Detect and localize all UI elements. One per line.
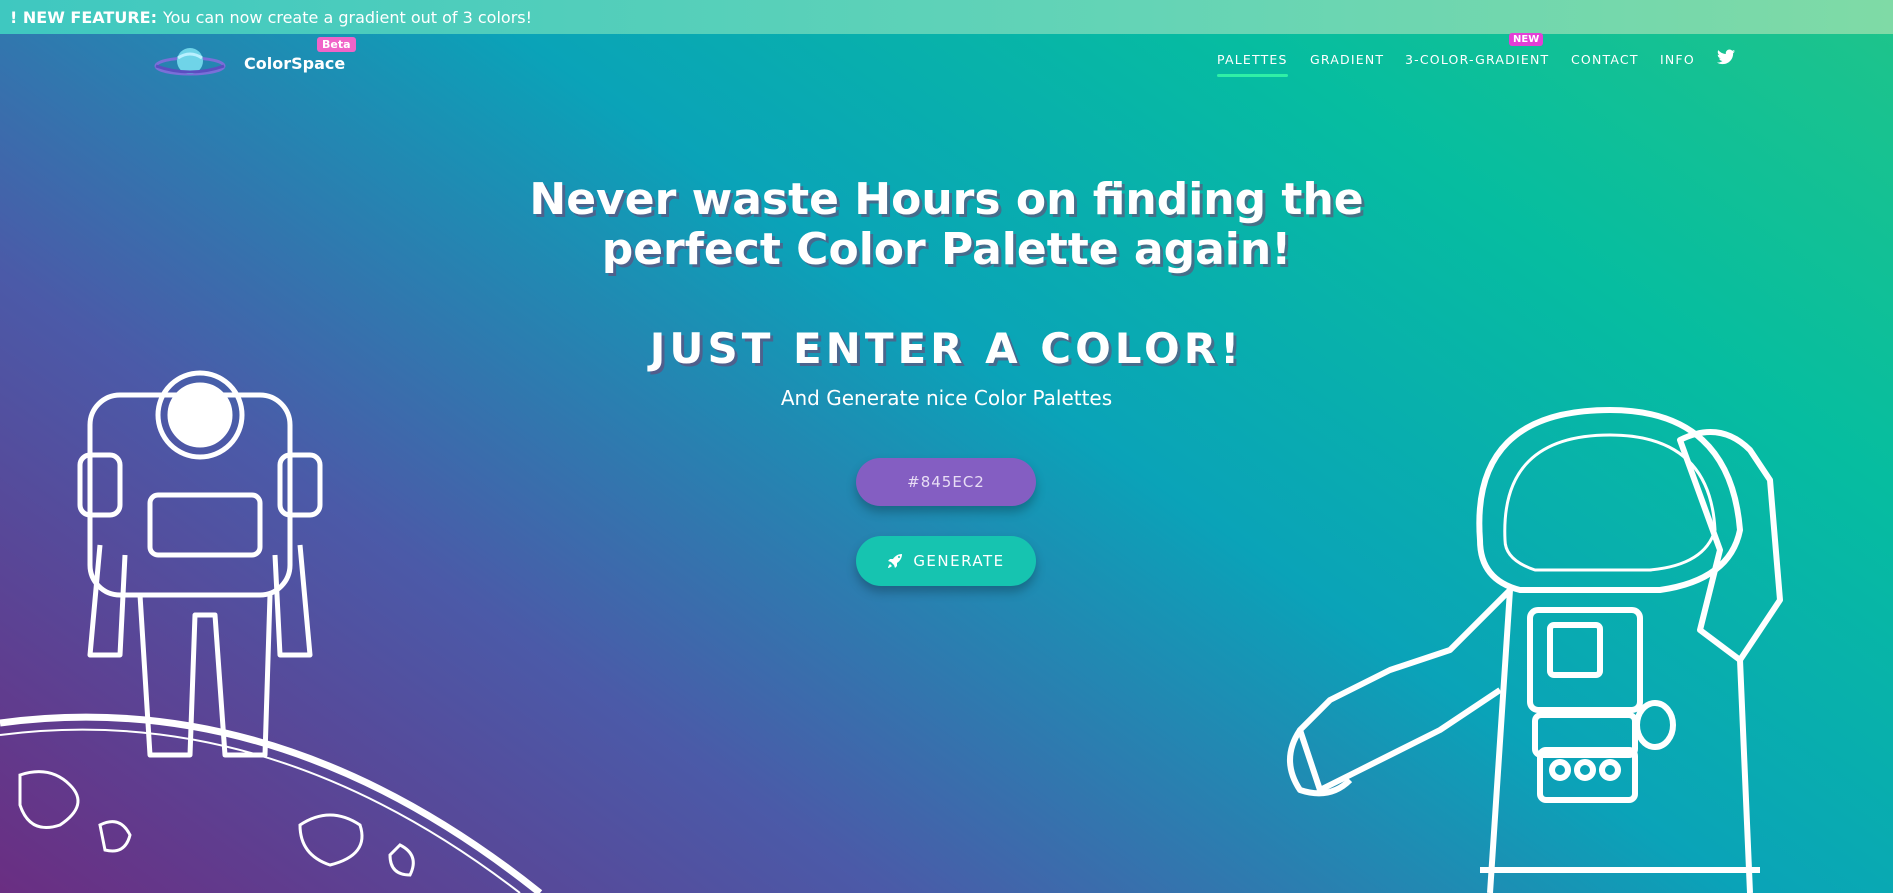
rocket-icon (888, 554, 903, 568)
announcement-bar: ! NEW FEATURE: You can now create a grad… (0, 0, 1893, 34)
nav-3-color-gradient[interactable]: 3-COLOR-GRADIENT (1405, 52, 1549, 67)
nav-info[interactable]: INFO (1660, 52, 1695, 67)
announcement-text: You can now create a gradient out of 3 c… (162, 7, 533, 27)
color-input[interactable] (856, 458, 1036, 506)
hero-headline-line2: perfect Color Palette again! (601, 224, 1292, 275)
nav-contact[interactable]: CONTACT (1571, 52, 1639, 67)
nav-gradient[interactable]: GRADIENT (1310, 52, 1384, 67)
nav-palettes[interactable]: PALETTES (1217, 52, 1288, 77)
main-nav: PALETTES GRADIENT 3-COLOR-GRADIENT CONTA… (0, 52, 1893, 82)
new-badge: NEW (1509, 33, 1544, 46)
beta-badge: Beta (317, 37, 356, 52)
generate-label: GENERATE (913, 552, 1005, 570)
generate-button[interactable]: GENERATE (856, 536, 1036, 586)
astronaut-illustration (1287, 407, 1783, 893)
hero-headline: Never waste Hours on finding the perfect… (0, 175, 1893, 275)
astronaut-on-planet-illustration (0, 370, 543, 893)
hero-headline-line1: Never waste Hours on finding the (529, 174, 1364, 225)
announcement-label: ! NEW FEATURE: (10, 7, 157, 27)
twitter-icon[interactable] (1717, 49, 1735, 65)
